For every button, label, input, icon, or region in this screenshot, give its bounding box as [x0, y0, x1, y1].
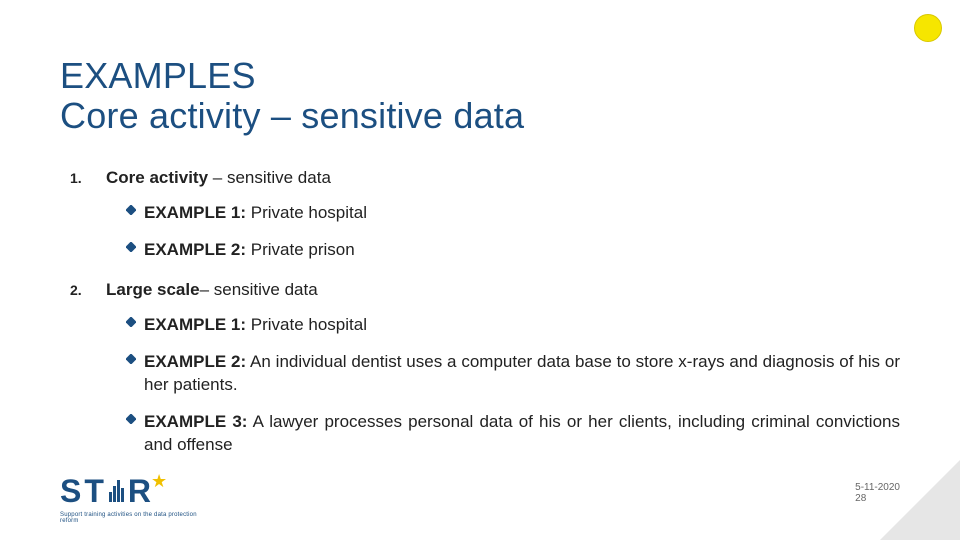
logo-letter-s: S — [60, 473, 82, 510]
corner-badge-icon — [914, 14, 942, 42]
star-logo: S T R ★ Support training activities on t… — [60, 473, 210, 524]
logo-bars-icon — [109, 480, 124, 502]
logo-letter-r: R — [128, 473, 152, 510]
logo-tagline: Support training activities on the data … — [60, 512, 210, 524]
section-1-row: 1. Core activity – sensitive data — [70, 168, 900, 188]
diamond-bullet-icon — [126, 351, 144, 364]
diamond-bullet-icon — [126, 202, 144, 215]
diamond-bullet-icon — [126, 239, 144, 252]
bullet-2-2: EXAMPLE 2: An individual dentist uses a … — [126, 351, 900, 397]
slide-content: 1. Core activity – sensitive data EXAMPL… — [70, 164, 900, 457]
section-1-heading: Core activity – sensitive data — [106, 168, 331, 188]
bullet-2-3-text: EXAMPLE 3: A lawyer processes personal d… — [144, 411, 900, 457]
title-line-2: Core activity – sensitive data — [60, 95, 524, 136]
diamond-bullet-icon — [126, 411, 144, 424]
title-line-1: EXAMPLES — [60, 55, 256, 96]
footer-page: 28 — [855, 493, 866, 504]
bullet-2-1-text: EXAMPLE 1: Private hospital — [144, 314, 367, 337]
bullet-2-2-text: EXAMPLE 2: An individual dentist uses a … — [144, 351, 900, 397]
bullet-1-1-text: EXAMPLE 1: Private hospital — [144, 202, 367, 225]
bullet-1-2-text: EXAMPLE 2: Private prison — [144, 239, 355, 262]
section-2-number: 2. — [70, 282, 106, 298]
slide-title: EXAMPLES Core activity – sensitive data — [60, 56, 524, 137]
section-2-heading: Large scale– sensitive data — [106, 280, 318, 300]
logo-letter-t: T — [84, 473, 105, 510]
logo-row: S T R ★ — [60, 473, 210, 510]
section-2-row: 2. Large scale– sensitive data — [70, 280, 900, 300]
bullet-1-1: EXAMPLE 1: Private hospital — [126, 202, 900, 225]
section-1-number: 1. — [70, 170, 106, 186]
footer-date: 5-11-2020 — [855, 482, 900, 493]
slide: EXAMPLES Core activity – sensitive data … — [0, 0, 960, 540]
diamond-bullet-icon — [126, 314, 144, 327]
footer-meta: 5-11-2020 28 — [855, 482, 900, 504]
bullet-2-3: EXAMPLE 3: A lawyer processes personal d… — [126, 411, 900, 457]
bullet-1-2: EXAMPLE 2: Private prison — [126, 239, 900, 262]
bullet-2-1: EXAMPLE 1: Private hospital — [126, 314, 900, 337]
logo-star-icon: ★ — [151, 471, 167, 492]
